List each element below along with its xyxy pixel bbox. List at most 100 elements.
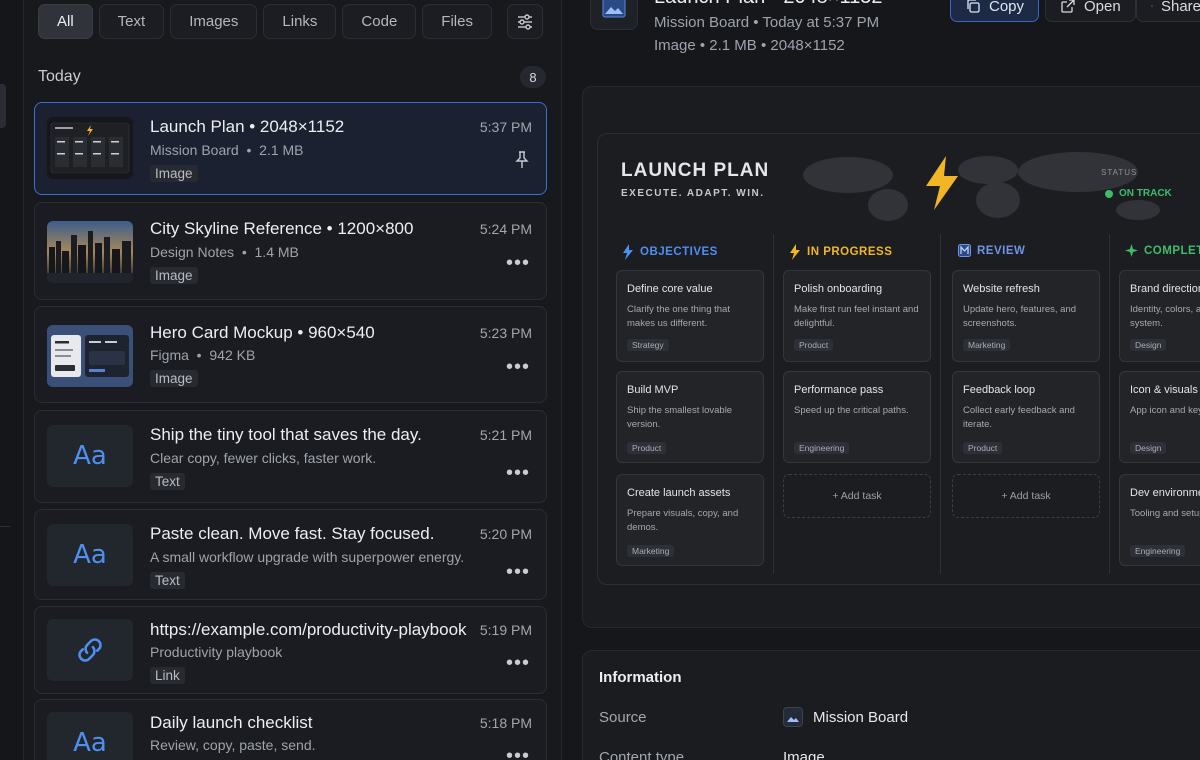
external-link-icon (1061, 0, 1075, 13)
launch-plan-board: LAUNCH PLAN EXECUTE. ADAPT. WIN. STATUS … (597, 133, 1200, 585)
column-header: OBJECTIVES (622, 244, 718, 260)
column-header: COMPLETE (1125, 244, 1200, 257)
information-section: Information Source Mission Board Content… (582, 650, 1200, 760)
task-card: Dev environment Tooling and setup ready.… (1119, 474, 1200, 566)
copy-label: Copy (989, 0, 1025, 15)
more-icon[interactable]: ••• (506, 357, 530, 377)
board-subtitle: EXECUTE. ADAPT. WIN. (621, 188, 765, 199)
list-item[interactable]: Launch Plan • 2048×1152 Mission Board • … (34, 102, 547, 195)
task-desc: Identity, colors, and design system. (1130, 304, 1200, 329)
column-title: IN PROGRESS (807, 246, 893, 258)
section-header: Today 8 (38, 66, 546, 88)
item-title: Hero Card Mockup • 960×540 (150, 323, 375, 342)
rail-tab[interactable] (0, 84, 6, 128)
detail-file-info: Image • 2.1 MB • 2048×1152 (654, 37, 845, 54)
item-type-tag: Image (150, 165, 198, 182)
list-item[interactable]: https://example.com/productivity-playboo… (34, 606, 547, 694)
item-size: 2.1 MB (259, 142, 304, 158)
item-title: City Skyline Reference • 1200×800 (150, 219, 414, 238)
column-divider (773, 234, 774, 574)
board-column-complete: COMPLETE Brand direction Identity, color… (1119, 234, 1200, 584)
task-tag: Design (1130, 339, 1167, 351)
board-title: LAUNCH PLAN (621, 160, 770, 181)
task-tag: Product (794, 339, 834, 351)
item-size: 942 KB (209, 347, 256, 363)
item-title: Ship the tiny tool that saves the day. (150, 425, 422, 444)
more-icon[interactable]: ••• (506, 746, 530, 760)
task-title: Dev environment (1130, 487, 1200, 499)
task-desc: Prepare visuals, copy, and demos. (627, 508, 739, 533)
task-card: Define core value Clarify the one thing … (616, 270, 764, 362)
task-card: Performance pass Speed up the critical p… (783, 371, 931, 463)
task-card: Brand direction Identity, colors, and de… (1119, 270, 1200, 362)
content-type-value: Image (783, 749, 825, 760)
item-size: 1.4 MB (254, 244, 299, 260)
status-dot-icon (1105, 189, 1113, 198)
item-type-tag: Text (150, 473, 185, 490)
list-item[interactable]: City Skyline Reference • 1200×800 Design… (34, 202, 547, 300)
more-icon[interactable]: ••• (506, 463, 530, 483)
task-title: Feedback loop (963, 384, 1036, 396)
task-desc: App icon and key visuals. (1130, 405, 1200, 416)
item-subtitle: Clear copy, fewer clicks, faster work. (150, 450, 377, 466)
task-card: Polish onboarding Make first run feel in… (783, 270, 931, 362)
task-title: Performance pass (794, 384, 884, 396)
filter-links[interactable]: Links (263, 4, 337, 39)
filter-settings-button[interactable] (507, 4, 543, 39)
open-button[interactable]: Open (1045, 0, 1136, 22)
copy-button[interactable]: Copy (950, 0, 1040, 22)
filter-bar: All Text Images Links Code Files (38, 4, 492, 40)
link-icon (78, 638, 102, 662)
column-title: REVIEW (977, 244, 1026, 257)
list-item[interactable]: Aa Daily launch checklist Review, copy, … (34, 699, 547, 760)
filter-code[interactable]: Code (342, 4, 417, 39)
item-time: 5:20 PM (479, 526, 532, 542)
launch-plan-thumbnail (47, 117, 133, 179)
hero-card-thumbnail (47, 325, 133, 387)
share-button[interactable]: Share (1136, 0, 1200, 22)
task-tag: Product (963, 442, 1003, 454)
list-item[interactable]: Hero Card Mockup • 960×540 Figma • 942 K… (34, 306, 547, 403)
item-meta: Design Notes • 1.4 MB (150, 244, 299, 260)
filter-text[interactable]: Text (98, 4, 165, 39)
task-tag: Marketing (627, 545, 675, 557)
image-preview[interactable]: LAUNCH PLAN EXECUTE. ADAPT. WIN. STATUS … (582, 86, 1200, 628)
add-task-button: + Add task (783, 474, 931, 518)
status-badge: ON TRACK (1105, 188, 1172, 199)
task-desc: Tooling and setup ready. (1130, 508, 1200, 519)
task-card: Icon & visuals App icon and key visuals.… (1119, 371, 1200, 463)
lightning-icon (623, 244, 633, 260)
task-tag: Design (1130, 442, 1167, 454)
board-column-review: REVIEW Website refresh Update hero, feat… (952, 234, 1112, 584)
task-title: Create launch assets (627, 487, 731, 499)
more-icon[interactable]: ••• (506, 562, 530, 582)
section-title: Today (38, 68, 81, 85)
item-type-tag: Image (150, 370, 198, 387)
copy-icon (967, 0, 980, 13)
item-type-tag: Image (150, 267, 198, 284)
task-card: Build MVP Ship the smallest lovable vers… (616, 371, 764, 463)
task-desc: Ship the smallest lovable version. (627, 405, 733, 430)
item-time: 5:19 PM (479, 622, 532, 638)
list-item[interactable]: Aa Paste clean. Move fast. Stay focused.… (34, 509, 547, 600)
task-desc: Make first run feel instant and delightf… (794, 304, 919, 329)
column-divider (940, 234, 941, 574)
filter-images[interactable]: Images (170, 4, 258, 39)
task-title: Brand direction (1130, 283, 1200, 295)
task-title: Website refresh (963, 283, 1040, 295)
count-badge: 8 (520, 66, 546, 88)
pin-icon[interactable] (514, 151, 530, 174)
filter-all[interactable]: All (38, 4, 93, 39)
more-icon[interactable]: ••• (506, 653, 530, 673)
text-thumbnail: Aa (47, 524, 133, 586)
board-column-objectives: OBJECTIVES Define core value Clarify the… (616, 234, 776, 584)
add-task-button: + Add task (952, 474, 1100, 518)
item-subtitle: Review, copy, paste, send. (150, 737, 316, 753)
more-icon[interactable]: ••• (506, 253, 530, 273)
item-title: Paste clean. Move fast. Stay focused. (150, 524, 435, 543)
list-item[interactable]: Aa Ship the tiny tool that saves the day… (34, 410, 547, 503)
filter-files[interactable]: Files (422, 4, 492, 39)
text-thumbnail: Aa (47, 712, 133, 760)
task-card: Create launch assets Prepare visuals, co… (616, 474, 764, 566)
task-title: Polish onboarding (794, 283, 883, 295)
